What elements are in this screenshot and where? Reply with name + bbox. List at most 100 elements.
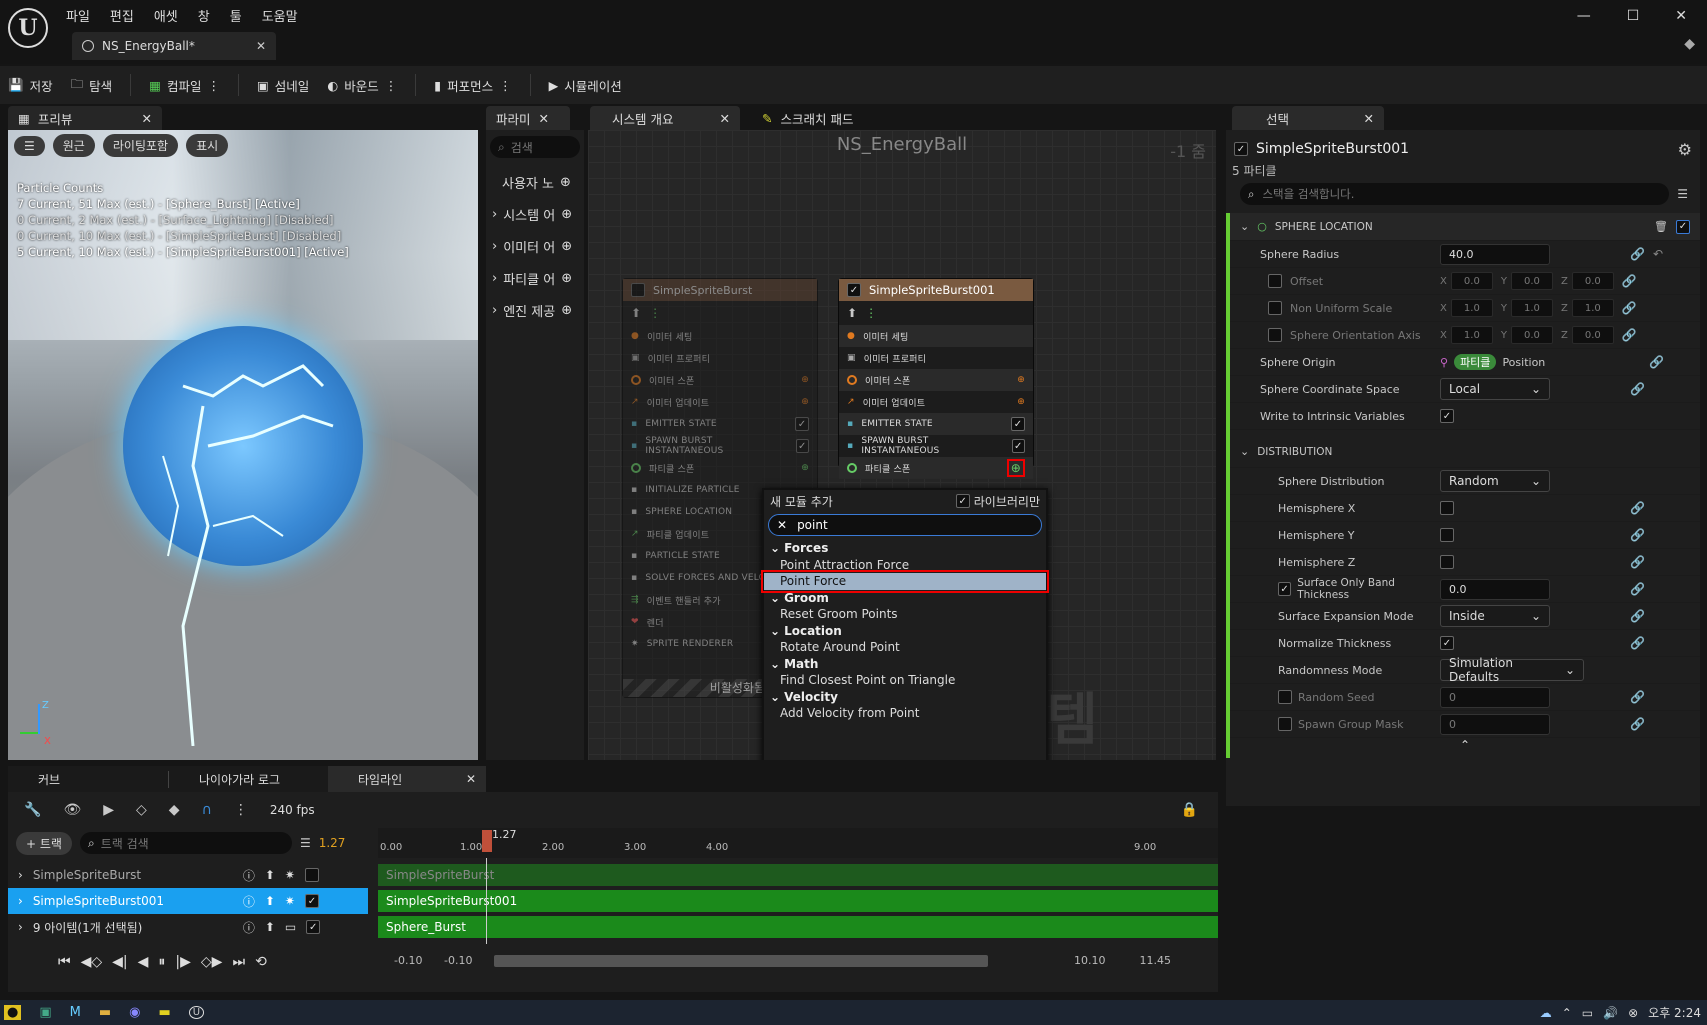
node-enable-checkbox[interactable] <box>631 283 645 297</box>
reset-icon[interactable]: ↶ <box>1653 247 1663 261</box>
play-options-icon[interactable]: ▶ <box>103 802 114 818</box>
close-icon[interactable]: ✕ <box>720 111 730 126</box>
stack-search-input[interactable]: ⌕ 스택을 검색합니다. <box>1240 183 1670 205</box>
tab-parameters[interactable]: 파라미 ✕ <box>486 106 570 130</box>
close-icon[interactable]: ✕ <box>539 111 549 126</box>
spawn-group-mask-checkbox[interactable] <box>1278 717 1292 731</box>
close-icon[interactable]: ✕ <box>256 39 266 53</box>
add-icon[interactable]: ⊕ <box>561 271 572 286</box>
eye-icon[interactable]: 👁 <box>63 802 81 818</box>
add-icon[interactable]: ⊕ <box>801 463 809 473</box>
node-row[interactable]: ▪ EMITTER STATE ✓ <box>839 413 1033 435</box>
discord-icon[interactable]: ◉ <box>129 1005 140 1020</box>
tab-niagara-log[interactable]: 나이아가라 로그 <box>168 770 328 788</box>
add-icon[interactable]: ⊕ <box>560 175 571 190</box>
unreal-taskbar-icon[interactable]: U <box>188 1006 205 1019</box>
link-icon[interactable]: 🔗 <box>1622 274 1637 288</box>
link-icon[interactable]: 🔗 <box>1630 582 1645 596</box>
chat-icon[interactable]: ▬ <box>159 1005 171 1020</box>
module-enable-checkbox[interactable]: ✓ <box>1676 219 1690 234</box>
more-icon[interactable]: ⋮ <box>865 306 877 320</box>
compile-button[interactable]: ▦ 컴파일 ⋮ <box>149 76 220 95</box>
clear-icon[interactable]: ✕ <box>777 518 787 532</box>
add-icon[interactable]: ⊕ <box>1017 375 1025 385</box>
track-bar[interactable]: Sphere_Burst <box>378 916 1218 938</box>
close-icon[interactable]: ✕ <box>142 111 152 126</box>
library-only-checkbox[interactable]: ✓ <box>955 494 970 508</box>
range-end[interactable]: 11.45 <box>1140 954 1172 967</box>
scale-x-input[interactable]: 1.0 <box>1450 299 1493 317</box>
params-item-particle[interactable]: › 파티클 어 ⊕ <box>486 262 584 294</box>
track-enable-checkbox[interactable]: ✓ <box>304 894 319 908</box>
unreal-logo-icon[interactable]: U <box>8 8 48 48</box>
range-start[interactable]: -0.10 <box>378 954 444 967</box>
lock-icon[interactable]: 🔒 <box>1181 802 1198 818</box>
track-enable-checkbox[interactable]: ✓ <box>306 920 321 934</box>
pin-icon[interactable]: ⬆ <box>847 306 857 320</box>
volume-icon[interactable]: 🔊 <box>1603 1006 1618 1020</box>
module-checkbox[interactable]: ✓ <box>1011 439 1025 453</box>
wrench-icon[interactable]: 🔧 <box>24 802 41 818</box>
viewport-menu-button[interactable]: ☰ <box>14 135 45 156</box>
tab-timeline[interactable]: 타임라인 ✕ <box>328 766 486 792</box>
snap-magnet-icon[interactable]: ∩ <box>202 802 212 818</box>
step-forward-icon[interactable]: |▶ <box>175 954 190 970</box>
tab-scratch-pad[interactable]: ✎ 스크래치 패드 <box>752 106 902 130</box>
category-forces[interactable]: ⌄ Forces <box>764 540 1046 557</box>
offset-z-input[interactable]: 0.0 <box>1571 272 1614 290</box>
menu-file[interactable]: 파일 <box>66 6 90 25</box>
chevron-up-icon[interactable]: ⌃ <box>1562 1006 1572 1020</box>
add-module-button[interactable]: ⊕ <box>1006 459 1025 477</box>
link-icon[interactable]: 🔗 <box>1630 528 1645 542</box>
thumbnail-button[interactable]: ▣ 섬네일 <box>257 76 309 95</box>
node-row[interactable]: ▪ SPAWN BURST INSTANTANEOUS ✓ <box>623 435 817 457</box>
range-end-view[interactable]: 10.10 <box>1074 954 1106 967</box>
module-checkbox[interactable]: ✓ <box>795 439 809 453</box>
key-filled-icon[interactable]: ◆ <box>169 802 180 818</box>
maximize-icon[interactable]: ☐ <box>1627 8 1640 24</box>
link-icon[interactable]: 🔗 <box>1630 247 1645 261</box>
category-math[interactable]: ⌄ Math <box>764 656 1046 673</box>
params-search[interactable]: ⌕ 검색 <box>490 136 580 158</box>
more-icon[interactable]: ⋮ <box>207 78 220 93</box>
link-icon[interactable]: 🔗 <box>1630 555 1645 569</box>
emitter-enable-checkbox[interactable]: ✓ <box>1234 142 1248 156</box>
show-button[interactable]: 표시 <box>186 134 229 157</box>
axis-z-input[interactable]: 0.0 <box>1571 326 1614 344</box>
range-scrollbar[interactable] <box>494 954 988 967</box>
more-icon[interactable]: ⋮ <box>234 802 248 818</box>
module-checkbox[interactable]: ✓ <box>795 417 809 431</box>
app-icon[interactable]: ▣ <box>39 1005 51 1020</box>
tab-curves[interactable]: 커브 <box>8 771 168 788</box>
track-bar[interactable]: SimpleSpriteBurst001 <box>378 890 1218 912</box>
menu-tools[interactable]: 툴 <box>230 6 242 25</box>
playhead-handle[interactable] <box>482 830 492 852</box>
offset-x-input[interactable]: 0.0 <box>1450 272 1493 290</box>
sphere-distribution-dropdown[interactable]: Random ⌄ <box>1440 470 1550 492</box>
node-row[interactable]: ▪ EMITTER STATE ✓ <box>623 413 817 435</box>
hemisphere-x-checkbox[interactable] <box>1440 501 1454 515</box>
track-search-input[interactable]: ⌕ 트랙 검색 <box>79 832 292 854</box>
tab-system-overview[interactable]: 시스템 개요 ✕ <box>590 106 740 130</box>
params-item-user[interactable]: 사용자 노 ⊕ <box>486 166 584 198</box>
offset-y-input[interactable]: 0.0 <box>1510 272 1553 290</box>
menu-edit[interactable]: 편집 <box>110 6 134 25</box>
app-icon[interactable]: M <box>70 1005 81 1020</box>
range-start-view[interactable]: -0.10 <box>444 954 494 967</box>
node-row[interactable]: 파티클 스폰 ⊕ <box>623 457 817 479</box>
node-row[interactable]: ● 이미터 세팅 <box>623 325 817 347</box>
go-to-start-icon[interactable]: ⏮ <box>58 954 71 970</box>
axis-y-input[interactable]: 0.0 <box>1510 326 1553 344</box>
gear-icon[interactable]: ⚙ <box>1678 140 1692 159</box>
graduation-cap-icon[interactable]: ◆ <box>1684 36 1695 52</box>
filter-icon[interactable]: ☰ <box>1677 187 1688 201</box>
timeline-ruler[interactable]: 0.00 1.00 2.00 3.00 4.00 9.00 1.27 <box>378 828 1218 858</box>
info-icon[interactable]: ⓘ <box>243 867 255 884</box>
sphere-radius-input[interactable]: 40.0 <box>1440 243 1550 265</box>
node-row[interactable]: ● 이미터 세팅 <box>839 325 1033 347</box>
add-icon[interactable]: ⊕ <box>561 303 572 318</box>
preview-viewport[interactable]: ☰ 원근 라이팅포함 표시 Particle Counts 7 Current,… <box>8 130 478 760</box>
scale-z-input[interactable]: 1.0 <box>1571 299 1614 317</box>
lighting-button[interactable]: 라이팅포함 <box>102 134 179 157</box>
burst-icon[interactable]: ✷ <box>285 894 295 908</box>
